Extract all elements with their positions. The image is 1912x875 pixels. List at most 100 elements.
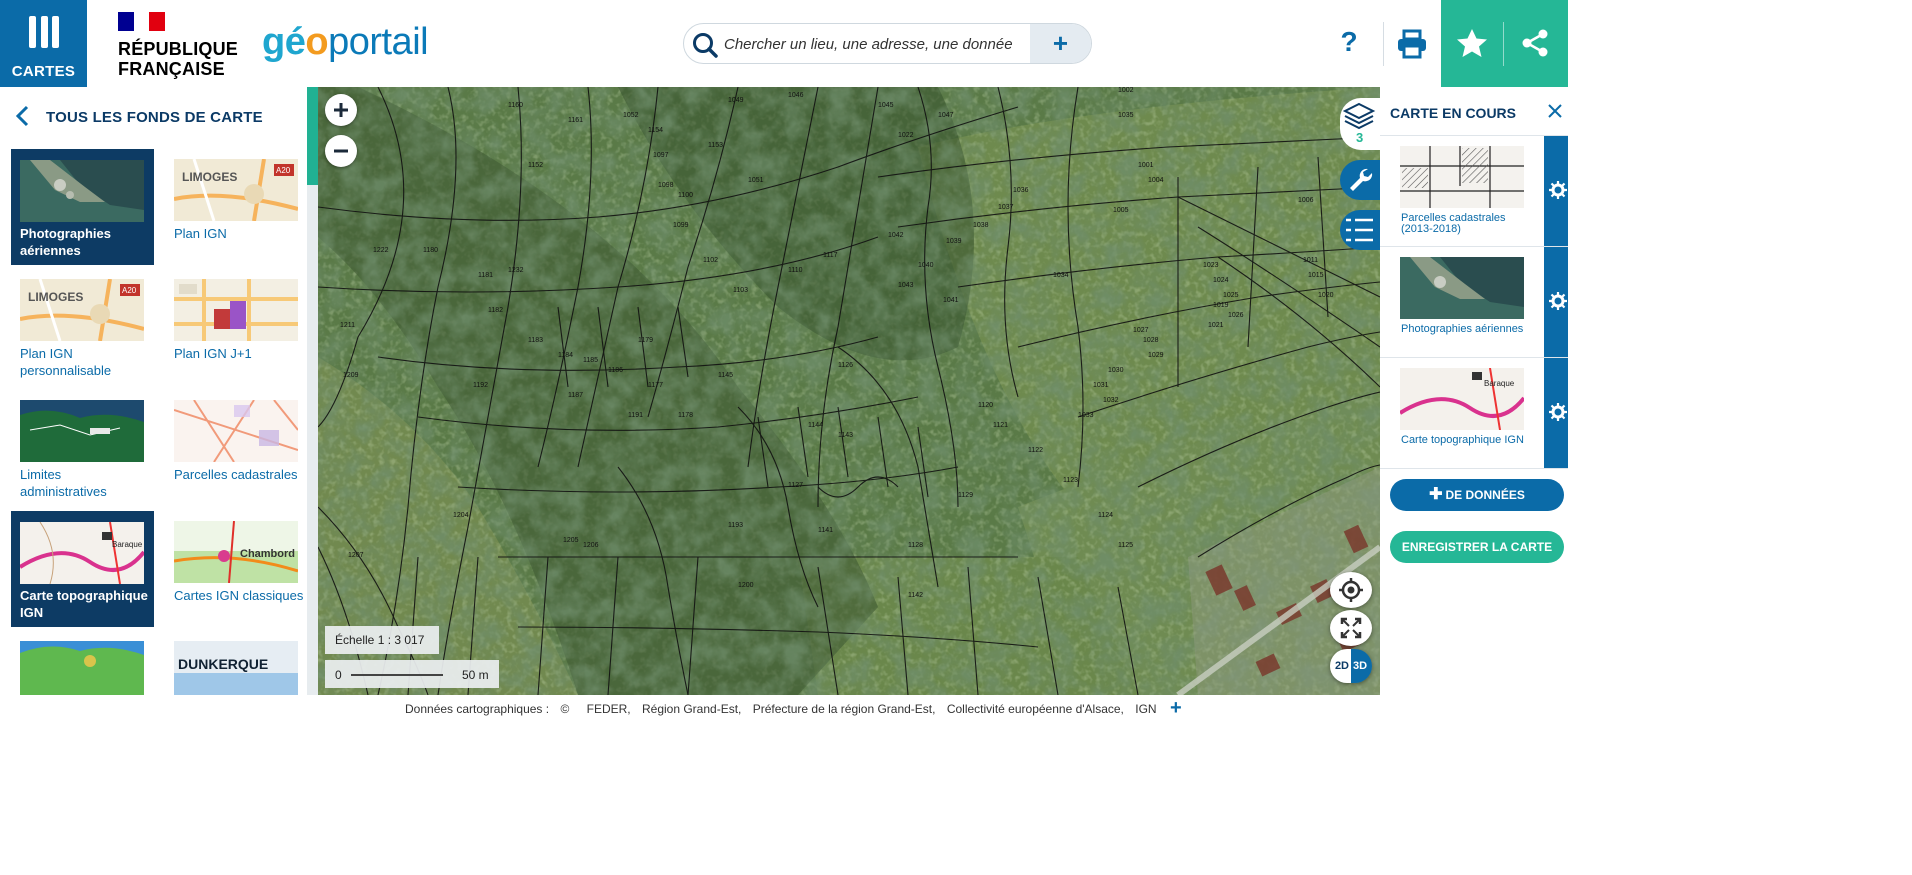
svg-text:1025: 1025 — [1223, 292, 1239, 299]
cartes-menu-label: CARTES — [11, 63, 76, 80]
svg-text:1103: 1103 — [733, 287, 748, 294]
svg-text:1125: 1125 — [1118, 542, 1133, 549]
attribution-footer: Données cartographiques : © FEDER, Régio… — [0, 695, 1568, 723]
svg-text:Baraque: Baraque — [1484, 379, 1515, 388]
credit-source[interactable]: Préfecture de la région Grand-Est, — [753, 702, 936, 716]
svg-text:1232: 1232 — [508, 267, 524, 274]
plus-icon — [334, 103, 348, 117]
basemap-tile-plan-ign-j1[interactable]: Plan IGN J+1 — [165, 269, 308, 385]
star-icon[interactable] — [1454, 25, 1490, 61]
basemap-tile-dunkerque[interactable]: DUNKERQUE — [165, 631, 308, 695]
search-icon[interactable] — [689, 29, 721, 61]
view-2d-option[interactable]: 2D — [1330, 649, 1351, 683]
credit-source[interactable]: Région Grand-Est, — [642, 702, 741, 716]
search-advanced-button[interactable]: + — [1030, 24, 1091, 63]
svg-text:1200: 1200 — [738, 582, 754, 589]
back-chevron-icon[interactable] — [14, 105, 30, 127]
map-canvas[interactable]: 1160 1161 1154 1153 1152 1102 1103 1110 … — [318, 87, 1380, 695]
view-2d-3d-toggle[interactable]: 2D 3D — [1330, 649, 1372, 683]
menu-icon — [29, 16, 59, 48]
tools-tab-button[interactable] — [1340, 160, 1382, 200]
svg-text:1049: 1049 — [728, 97, 744, 104]
layer-label: Parcelles cadastrales (2013-2018) — [1401, 212, 1506, 235]
svg-text:1032: 1032 — [1103, 397, 1119, 404]
add-data-button[interactable]: ✚ DE DONNÉES — [1390, 479, 1564, 511]
legend-tab-button[interactable] — [1340, 210, 1382, 250]
print-icon[interactable] — [1396, 29, 1428, 59]
plan-ign-thumbnail: LIMOGES A20 — [174, 159, 298, 221]
svg-text:1002: 1002 — [1118, 87, 1134, 94]
cadastral-parcels-thumbnail — [174, 400, 298, 462]
svg-text:1033: 1033 — [1078, 412, 1094, 419]
republique-francaise-logo: RÉPUBLIQUE FRANÇAISE — [118, 12, 243, 79]
zoom-out-button[interactable] — [325, 135, 357, 167]
expand-attribution-button[interactable]: + — [1170, 697, 1182, 720]
svg-text:1042: 1042 — [888, 232, 904, 239]
layer-item-photographies-aeriennes[interactable]: Photographies aériennes — [1380, 247, 1568, 358]
svg-text:1006: 1006 — [1298, 197, 1314, 204]
credits-prefix: Données cartographiques : — [405, 702, 550, 716]
scale-bar-zero: 0 — [335, 668, 342, 682]
classic-maps-thumbnail: Chambord — [174, 521, 298, 583]
geolocate-button[interactable] — [1330, 572, 1372, 608]
credit-source[interactable]: FEDER, — [587, 702, 631, 716]
svg-text:1041: 1041 — [943, 297, 959, 304]
layer-settings-button[interactable] — [1544, 247, 1568, 357]
svg-text:1141: 1141 — [818, 527, 833, 534]
share-icon[interactable] — [1519, 27, 1551, 59]
basemap-tile-parcelles-cadastrales[interactable]: Parcelles cadastrales — [165, 390, 308, 506]
map-view[interactable]: 1160 1161 1154 1153 1152 1102 1103 1110 … — [318, 87, 1380, 695]
svg-text:1205: 1205 — [563, 537, 579, 544]
svg-text:1123: 1123 — [1063, 477, 1078, 484]
basemap-tile-plan-ign[interactable]: LIMOGES A20 Plan IGN — [165, 149, 308, 265]
basemap-tile-cartes-ign-classiques[interactable]: Chambord Cartes IGN classiques — [165, 511, 308, 627]
layer-settings-button[interactable] — [1544, 358, 1568, 468]
zoom-in-button[interactable] — [325, 94, 357, 126]
save-map-button[interactable]: ENREGISTRER LA CARTE — [1390, 531, 1564, 563]
geoportail-logo[interactable]: géoportail — [262, 18, 429, 66]
view-3d-option[interactable]: 3D — [1351, 649, 1372, 683]
svg-text:1143: 1143 — [838, 432, 853, 439]
svg-text:1124: 1124 — [1098, 512, 1113, 519]
aerial-layer-thumbnail — [1400, 257, 1524, 319]
svg-text:1043: 1043 — [898, 282, 914, 289]
svg-text:1183: 1183 — [528, 337, 543, 344]
svg-text:1023: 1023 — [1203, 262, 1219, 269]
dunkerque-thumbnail: DUNKERQUE — [174, 641, 298, 695]
svg-text:1142: 1142 — [908, 592, 923, 599]
layer-settings-button[interactable] — [1544, 136, 1568, 246]
basemap-tile-relief[interactable] — [11, 631, 154, 695]
credit-source[interactable]: IGN — [1135, 702, 1156, 716]
svg-text:1039: 1039 — [946, 238, 962, 245]
basemap-tile-plan-ign-personnalisable[interactable]: LIMOGES A20 Plan IGN personnalisable — [11, 269, 154, 385]
basemap-tile-limites-administratives[interactable]: Limites administratives — [11, 390, 154, 506]
svg-text:1098: 1098 — [658, 182, 674, 189]
svg-text:1153: 1153 — [708, 142, 723, 149]
svg-text:1099: 1099 — [673, 222, 689, 229]
search-bar: + — [683, 23, 1092, 64]
layer-label: Photographies aériennes — [1401, 323, 1524, 335]
svg-text:1037: 1037 — [998, 204, 1014, 211]
svg-text:1152: 1152 — [528, 162, 543, 169]
basemap-tile-label: Parcelles cadastrales — [174, 467, 298, 482]
credit-source[interactable]: Collectivité européenne d'Alsace, — [947, 702, 1124, 716]
svg-text:1193: 1193 — [728, 522, 743, 529]
layer-item-carte-topographique-ign[interactable]: Baraque Carte topographique IGN — [1380, 358, 1568, 469]
basemaps-scrollbar-thumb[interactable] — [307, 87, 318, 185]
svg-text:1182: 1182 — [488, 307, 503, 314]
close-icon[interactable] — [1547, 103, 1563, 119]
basemap-tile-photographies-aeriennes[interactable]: Photographies aériennes — [11, 149, 154, 265]
scale-bar-line — [351, 674, 443, 676]
search-input[interactable] — [724, 33, 1024, 55]
layers-count: 3 — [1356, 130, 1364, 145]
fullscreen-button[interactable] — [1330, 610, 1372, 646]
plus-icon: ✚ — [1429, 486, 1443, 503]
svg-text:1045: 1045 — [878, 102, 894, 109]
layer-item-parcelles-cadastrales[interactable]: Parcelles cadastrales (2013-2018) — [1380, 136, 1568, 247]
basemaps-panel-title: TOUS LES FONDS DE CARTE — [46, 109, 263, 126]
help-button[interactable]: ? — [1334, 26, 1364, 58]
layers-tab-button[interactable]: 3 — [1340, 98, 1382, 150]
basemap-tile-carte-topographique-ign[interactable]: Baraque Carte topographique IGN — [11, 511, 154, 627]
basemap-tile-label: Cartes IGN classiques — [174, 588, 304, 603]
cartes-menu-button[interactable]: CARTES — [0, 0, 87, 87]
